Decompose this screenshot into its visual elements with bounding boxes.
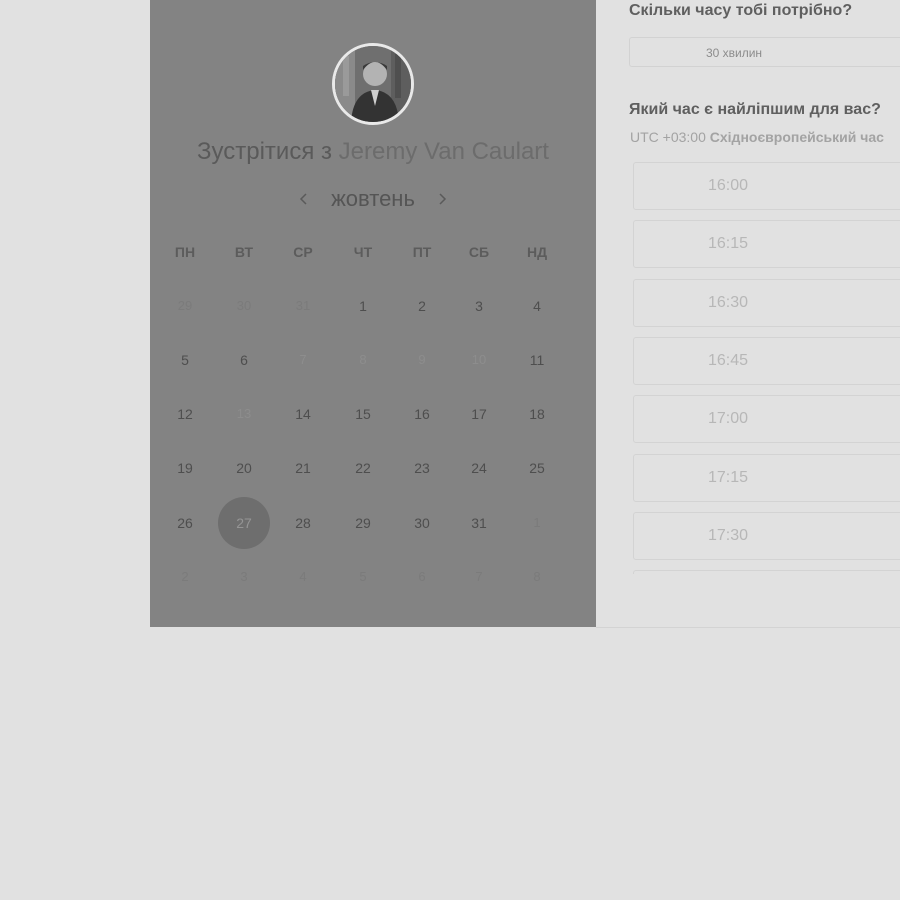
calendar-day[interactable]: 15 — [337, 388, 389, 440]
duration-select[interactable]: 30 хвилин — [629, 37, 900, 67]
calendar-day: 10 — [471, 352, 487, 367]
timezone-offset: UTC +03:00 — [630, 129, 706, 145]
time-slot-button[interactable]: 16:15 — [633, 220, 900, 269]
chevron-right-icon — [439, 193, 446, 205]
calendar-day[interactable]: 26 — [159, 497, 211, 549]
calendar-day[interactable]: 16 — [396, 388, 448, 440]
weekday-label: ПТ — [412, 244, 432, 260]
calendar-day: 8 — [533, 569, 541, 584]
calendar-day[interactable]: 18 — [511, 388, 563, 440]
weekday-label: НД — [526, 244, 548, 260]
calendar-day[interactable]: 11 — [511, 334, 563, 386]
calendar-day: 9 — [418, 352, 426, 367]
calendar-day[interactable]: 19 — [159, 442, 211, 494]
calendar-day[interactable]: 21 — [277, 442, 329, 494]
calendar-day[interactable]: 31 — [453, 497, 505, 549]
timezone-name: Східноєвропейський час — [709, 129, 884, 145]
time-slot-button[interactable] — [633, 570, 900, 574]
chevron-left-icon — [300, 193, 307, 205]
month-label: жовтень — [331, 186, 415, 211]
calendar-day[interactable]: 14 — [277, 388, 329, 440]
person-avatar-icon — [335, 46, 411, 122]
calendar-day[interactable]: 22 — [337, 442, 389, 494]
weekday-label: СБ — [468, 244, 490, 260]
time-question: Який час є найліпшим для вас? — [629, 101, 881, 118]
calendar-day: 29 — [177, 298, 193, 313]
weekday-label: ПН — [174, 244, 196, 260]
host-avatar — [332, 43, 414, 125]
calendar-day[interactable]: 28 — [277, 497, 329, 549]
calendar-day[interactable]: 20 — [218, 442, 270, 494]
calendar-day[interactable]: 6 — [218, 334, 270, 386]
calendar-day: 4 — [299, 569, 307, 584]
calendar-day[interactable]: 24 — [453, 442, 505, 494]
selected-day[interactable]: 27 — [218, 497, 270, 549]
time-slot-button[interactable]: 17:30 — [633, 511, 900, 560]
calendar-day[interactable]: 4 — [511, 280, 563, 332]
calendar-day[interactable]: 3 — [453, 280, 505, 332]
title-prefix: Зустрітися з — [197, 138, 332, 165]
duration-question: Скільки часу тобі потрібно? — [629, 2, 853, 19]
calendar-day: 7 — [475, 569, 483, 584]
calendar-day[interactable]: 29 — [337, 497, 389, 549]
calendar-day[interactable]: 30 — [396, 497, 448, 549]
time-slot-button[interactable]: 16:45 — [633, 336, 900, 385]
calendar-day[interactable]: 23 — [396, 442, 448, 494]
calendar-day: 2 — [181, 569, 189, 584]
calendar-panel: Зустрітися з Jeremy Van Caulart жовтень … — [150, 0, 596, 627]
time-slot-list: 16:00 16:15 16:30 16:45 17:00 17:15 17:30 — [633, 162, 900, 574]
calendar-day: 6 — [418, 569, 426, 584]
calendar-day: 5 — [359, 569, 367, 584]
calendar-day: 3 — [240, 569, 248, 584]
calendar-day: 7 — [299, 352, 307, 367]
calendar-day[interactable]: 5 — [159, 334, 211, 386]
weekday-label: ВТ — [234, 244, 254, 260]
time-slot-button[interactable]: 17:15 — [633, 453, 900, 502]
calendar-day: 8 — [359, 352, 367, 367]
calendar-day: 13 — [236, 406, 252, 421]
calendar-day[interactable]: 25 — [511, 442, 563, 494]
calendar-day: 1 — [533, 515, 541, 530]
calendar-day[interactable]: 12 — [159, 388, 211, 440]
calendar-day[interactable]: 2 — [396, 280, 448, 332]
calendar-day[interactable]: 1 — [337, 280, 389, 332]
next-month-button[interactable] — [429, 186, 455, 212]
timezone-label: UTC +03:00 Східноєвропейський час — [630, 129, 884, 145]
calendar-day: 31 — [295, 298, 311, 313]
host-name: Jeremy Van Caulart — [338, 138, 549, 165]
scheduling-panel: Скільки часу тобі потрібно? 30 хвилин Як… — [596, 0, 900, 628]
time-slot-button[interactable]: 16:30 — [633, 278, 900, 327]
month-navigation: жовтень — [150, 184, 596, 214]
weekday-label: ЧТ — [353, 244, 373, 260]
weekday-label: СР — [293, 244, 313, 260]
time-slot-button[interactable]: 16:00 — [633, 162, 900, 210]
calendar-day[interactable]: 17 — [453, 388, 505, 440]
meeting-title: Зустрітися з Jeremy Van Caulart — [150, 138, 596, 166]
prev-month-button[interactable] — [291, 186, 317, 212]
time-slot-button[interactable]: 17:00 — [633, 395, 900, 444]
calendar-day: 30 — [236, 298, 252, 313]
